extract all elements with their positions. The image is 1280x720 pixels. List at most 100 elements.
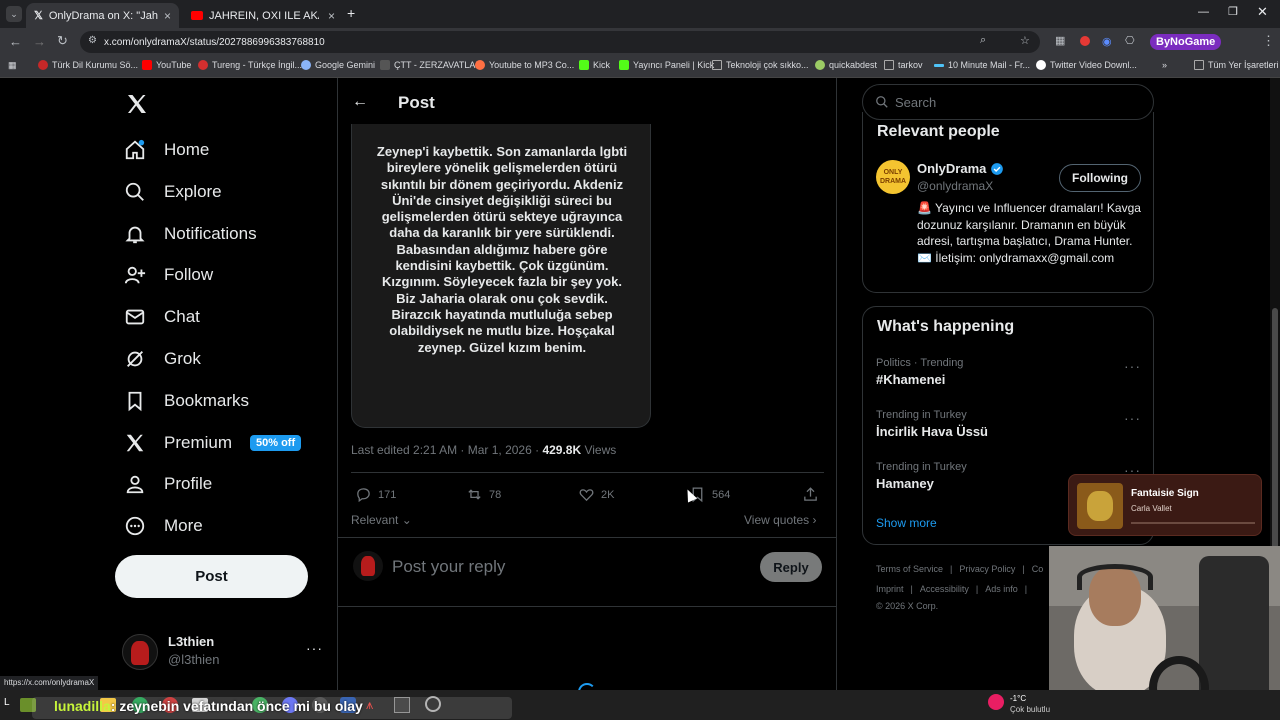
stream-chat-message: lunadilla: zeynebin vefatından önce mi b… <box>54 698 363 714</box>
chat-username: lunadilla <box>54 698 111 714</box>
show-more-link[interactable]: Show more <box>876 516 937 530</box>
views-count: 429.8K <box>542 443 582 457</box>
post-timestamp[interactable]: Last edited 2:21 AM · Mar 1, 2026 · <box>351 443 542 457</box>
address-bar-row: ← → ↻ ⚙ x.com/onlydramaX/status/20278869… <box>0 28 1280 56</box>
bookmark-item[interactable]: 10 Minute Mail - Fr... <box>934 60 1030 70</box>
profile-bio: 🚨 Yayıncı ve Influencer dramaları! Kavga… <box>917 201 1141 265</box>
more-dots-icon[interactable]: ··· <box>306 640 323 656</box>
bookmark-item[interactable]: quickabdest <box>815 60 877 70</box>
extension-icon[interactable]: ▦ <box>1055 34 1065 47</box>
imprint-link[interactable]: Imprint <box>876 584 904 594</box>
profile-chip[interactable]: ByNoGame <box>1150 34 1222 50</box>
view-quotes-link[interactable]: View quotes › <box>744 513 817 527</box>
account-name: L3thien <box>168 634 215 649</box>
nav-profile[interactable]: Profile <box>124 464 212 504</box>
bookmark-item[interactable]: Youtube to MP3 Co... <box>475 60 574 70</box>
close-tab-icon[interactable]: × <box>164 9 171 23</box>
home-icon <box>125 139 145 160</box>
star-icon[interactable]: ☆ <box>1020 34 1030 47</box>
like-action[interactable]: 2K <box>578 486 614 503</box>
reply-button[interactable]: Reply <box>760 552 822 582</box>
extension-blue-icon[interactable]: ◉ <box>1102 35 1112 48</box>
reload-icon[interactable]: ↻ <box>57 33 68 49</box>
divider <box>337 537 837 538</box>
accessibility-link[interactable]: Accessibility <box>920 584 969 594</box>
share-action[interactable] <box>802 486 819 503</box>
trend-item[interactable]: Politics · Trending #Khamenei <box>876 357 963 387</box>
more-dots-icon[interactable]: ··· <box>1124 410 1141 426</box>
minimize-icon[interactable]: — <box>1198 6 1209 18</box>
url-input[interactable]: ⚙ x.com/onlydramaX/status/20278869963837… <box>80 31 1040 53</box>
zoom-icon[interactable]: ⌕ <box>980 34 986 47</box>
browser-tab-bar: ⌄ 𝕏 OnlyDrama on X: "Jahrein, tran × JAH… <box>0 0 1280 28</box>
bookmark-item[interactable]: YouTube <box>142 60 191 70</box>
restore-icon[interactable]: ❐ <box>1228 5 1238 18</box>
repost-icon <box>468 489 481 500</box>
extension-red-icon[interactable] <box>1080 36 1090 46</box>
footer-links-row1: Terms of Service | Privacy Policy | Co <box>876 564 1044 574</box>
reply-input[interactable]: Post your reply <box>392 557 505 577</box>
bookmark-item[interactable]: Tureng - Türkçe İngil... <box>198 60 302 70</box>
avatar[interactable]: ONLY DRAMA <box>876 160 910 194</box>
copyright: © 2026 X Corp. <box>876 601 939 611</box>
bookmark-item[interactable]: ÇTT - ZERZAVATLAR <box>380 60 482 70</box>
converter-icon <box>475 60 485 70</box>
apps-icon[interactable]: ▦ <box>8 60 17 71</box>
bookmark-item[interactable]: Twitter Video Downl... <box>1036 60 1137 70</box>
post-button[interactable]: Post <box>115 555 308 598</box>
new-tab-icon[interactable]: + <box>347 5 355 21</box>
post-meta: Last edited 2:21 AM · Mar 1, 2026 · 429.… <box>351 443 616 457</box>
post-image[interactable]: Zeynep'i kaybettik. Son zamanlarda lgbti… <box>351 124 651 428</box>
x-home-logo[interactable] <box>125 92 149 121</box>
account-switcher[interactable]: L3thien @l3thien ··· <box>122 632 332 672</box>
close-tab-icon[interactable]: × <box>328 9 335 23</box>
start-icon[interactable]: L <box>4 697 16 711</box>
repost-action[interactable]: 78 <box>466 486 501 503</box>
forward-icon[interactable]: → <box>33 34 46 49</box>
nav-chat[interactable]: Chat <box>124 297 200 337</box>
trend-item[interactable]: Trending in Turkey İncirlik Hava Üssü <box>876 409 988 439</box>
nav-follow[interactable]: Follow <box>124 255 213 295</box>
sort-dropdown[interactable]: Relevant ⌄ <box>351 513 412 527</box>
nav-bookmarks[interactable]: Bookmarks <box>124 381 249 421</box>
extension-game-icon[interactable]: ⎔ <box>1125 34 1135 47</box>
terms-link[interactable]: Terms of Service <box>876 564 943 574</box>
nav-home[interactable]: Home <box>124 130 209 170</box>
nav-notifications[interactable]: Notifications <box>124 214 257 254</box>
nav-explore[interactable]: Explore <box>124 172 222 212</box>
quickabdest-icon <box>815 60 825 70</box>
whats-happening-title: What's happening <box>877 318 1015 335</box>
more-bookmarks-icon[interactable]: » <box>1162 60 1167 70</box>
reply-action[interactable]: 171 <box>355 486 396 503</box>
bookmark-item[interactable]: Türk Dil Kurumu Sö... <box>38 60 138 70</box>
tab-search-icon[interactable]: ⌄ <box>6 6 22 22</box>
back-icon[interactable]: ← <box>9 34 22 49</box>
nav-more[interactable]: More <box>124 506 203 546</box>
close-window-icon[interactable]: ✕ <box>1257 4 1268 20</box>
back-arrow-icon[interactable]: ← <box>352 93 368 111</box>
divider <box>351 472 824 473</box>
tab-onlydrama[interactable]: 𝕏 OnlyDrama on X: "Jahrein, tran × <box>26 3 179 28</box>
site-info-icon[interactable]: ⚙ <box>88 35 97 46</box>
x-logo-icon: 𝕏 <box>34 10 43 22</box>
bookmark-item[interactable]: Kick <box>579 60 610 70</box>
trend-item[interactable]: Trending in Turkey Hamaney <box>876 461 967 491</box>
privacy-link[interactable]: Privacy Policy <box>959 564 1015 574</box>
profile-name[interactable]: OnlyDrama <box>917 161 1004 176</box>
avatar-figure <box>131 641 149 665</box>
bookmark-item[interactable]: Teknoloji çok sıkko... <box>712 60 809 70</box>
nav-grok[interactable]: Grok <box>124 339 201 379</box>
bookmark-item[interactable]: Yayıncı Paneli | Kick <box>619 60 714 70</box>
ads-info-link[interactable]: Ads info <box>985 584 1018 594</box>
following-button[interactable]: Following <box>1059 164 1141 192</box>
bookmark-item[interactable]: tarkov <box>884 60 923 70</box>
menu-icon[interactable]: ⋮ <box>1262 33 1275 49</box>
more-dots-icon[interactable]: ··· <box>1124 358 1141 374</box>
all-bookmarks[interactable]: Tüm Yer İşaretleri <box>1194 60 1279 70</box>
x-premium-icon <box>126 434 144 452</box>
tab-youtube[interactable]: JAHREIN, OXI ILE AKAZEYNEP E × <box>183 3 343 28</box>
bookmark-item[interactable]: Google Gemini <box>301 60 375 70</box>
nav-premium[interactable]: Premium 50% off <box>124 423 302 463</box>
premium-discount-badge: 50% off <box>250 435 302 451</box>
cookie-link[interactable]: Co <box>1032 564 1044 574</box>
